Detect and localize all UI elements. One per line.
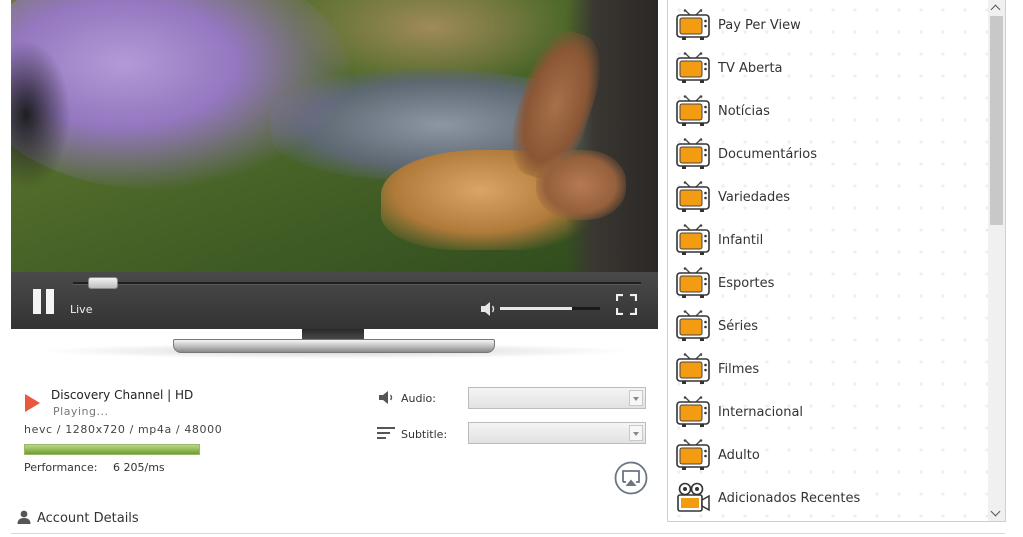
tv-icon (676, 138, 710, 169)
buffer-fill (25, 445, 199, 454)
channel-name: Discovery Channel | HD (51, 388, 194, 402)
category-label: Séries (718, 319, 758, 334)
chevron-up-icon (990, 4, 1001, 15)
category-item[interactable]: Séries (676, 306, 986, 346)
category-label: Pay Per View (718, 18, 801, 33)
category-label: Filmes (718, 362, 760, 377)
user-icon (17, 510, 31, 524)
category-item[interactable]: Notícias (676, 91, 986, 131)
tv-icon (676, 439, 710, 470)
performance-value: 6 205/ms (113, 461, 165, 474)
category-item[interactable]: Esportes (676, 263, 986, 303)
category-item[interactable]: Variedades (676, 177, 986, 217)
chevron-down-icon[interactable] (629, 390, 643, 406)
category-label: Adicionados Recentes (718, 491, 861, 506)
tv-icon (676, 181, 710, 212)
tv-icon (676, 9, 710, 40)
tv-icon (676, 224, 710, 255)
performance-label: Performance: (24, 461, 98, 474)
category-item[interactable]: Filmes (676, 349, 986, 389)
tv-icon (676, 396, 710, 427)
chevron-down-icon[interactable] (629, 425, 643, 441)
category-item[interactable]: Adicionados Recentes (676, 478, 986, 518)
film-camera-icon (677, 482, 710, 512)
subtitle-select[interactable] (468, 422, 646, 444)
audio-select[interactable] (468, 387, 646, 409)
account-details-link[interactable]: Account Details (37, 511, 139, 526)
category-item[interactable]: Adulto (676, 435, 986, 475)
tv-stand-base (173, 339, 495, 353)
fullscreen-icon[interactable] (616, 294, 637, 315)
category-item[interactable]: TV Aberta (676, 48, 986, 88)
category-label: TV Aberta (718, 61, 783, 76)
category-item[interactable]: Pay Per View (676, 5, 986, 45)
pause-button[interactable] (31, 289, 57, 317)
category-label: Internacional (718, 405, 804, 420)
category-item[interactable]: Internacional (676, 392, 986, 432)
seek-handle[interactable] (87, 277, 118, 289)
category-label: Variedades (718, 190, 791, 205)
tv-icon (676, 310, 710, 341)
category-label: Adulto (718, 448, 760, 463)
category-label: Infantil (718, 233, 764, 248)
subtitle-label: Subtitle: (401, 428, 448, 441)
scroll-down-button[interactable] (988, 505, 1005, 521)
speaker-icon (379, 391, 393, 404)
player-controls: Live (11, 272, 658, 329)
category-label: Documentários (718, 147, 817, 162)
scroll-up-button[interactable] (988, 0, 1005, 16)
buffer-bar (24, 444, 200, 455)
category-label: Notícias (718, 104, 770, 119)
chevron-down-icon (990, 506, 1001, 517)
play-indicator-icon (25, 394, 40, 412)
category-label: Esportes (718, 276, 775, 291)
playing-status: Playing... (53, 405, 109, 418)
live-label: Live (70, 303, 93, 316)
tv-icon (676, 267, 710, 298)
airplay-icon[interactable] (614, 461, 648, 495)
video-hand (536, 150, 626, 220)
video-frame[interactable] (11, 0, 658, 272)
category-item[interactable]: Infantil (676, 220, 986, 260)
seek-bar[interactable] (73, 282, 641, 285)
pause-icon (33, 289, 41, 314)
tv-icon (676, 52, 710, 83)
category-item[interactable]: Documentários (676, 134, 986, 174)
volume-level (500, 307, 572, 310)
tv-icon (676, 95, 710, 126)
tv-icon (676, 353, 710, 384)
category-list: Pay Per View TV Aberta Notícias Documentári… (667, 0, 1006, 522)
audio-label: Audio: (401, 392, 436, 405)
pause-icon-bar (46, 289, 54, 314)
volume-icon[interactable] (480, 301, 498, 317)
subtitle-icon (377, 427, 395, 439)
divider (11, 533, 1005, 534)
stream-info: hevc / 1280x720 / mp4a / 48000 (24, 423, 223, 436)
scrollbar-thumb[interactable] (990, 16, 1003, 225)
volume-slider[interactable] (500, 307, 600, 310)
